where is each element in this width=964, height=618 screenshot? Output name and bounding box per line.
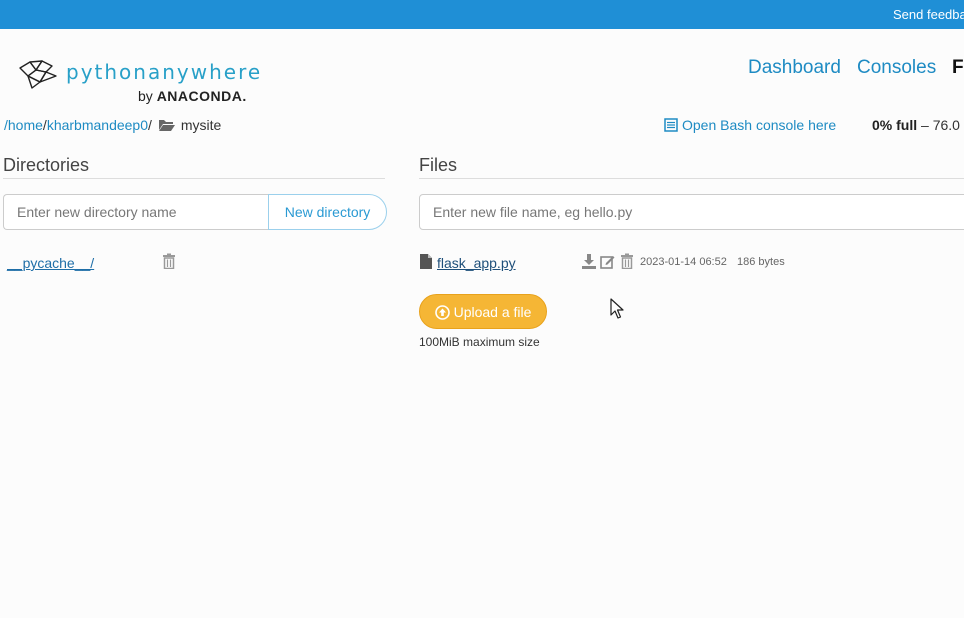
file-link[interactable]: flask_app.py: [437, 255, 516, 271]
breadcrumb: /home/kharbmandeep0/mysite: [4, 117, 221, 133]
folder-open-icon: [158, 120, 175, 131]
files-title: Files: [419, 155, 458, 175]
open-bash-console-label: Open Bash console here: [682, 117, 837, 133]
delete-directory-trash-icon[interactable]: [162, 253, 176, 269]
file-icon: [420, 254, 432, 269]
directories-title: Directories: [3, 155, 90, 175]
breadcrumb-user[interactable]: kharbmandeep0: [47, 117, 148, 133]
new-directory-input[interactable]: [3, 194, 269, 230]
directory-link[interactable]: __pycache__/: [7, 255, 94, 271]
nav-dashboard[interactable]: Dashboard: [748, 57, 841, 79]
delete-file-trash-icon[interactable]: [620, 253, 634, 269]
files-divider: [419, 178, 964, 179]
file-size: 186 bytes: [737, 256, 785, 268]
console-icon: [664, 118, 678, 132]
upload-file-button[interactable]: Upload a file: [419, 294, 547, 329]
breadcrumb-separator: /: [148, 117, 152, 133]
pythonanywhere-logo[interactable]: pythonanywhere by ANACONDA.: [16, 56, 266, 106]
top-bar: Send feedba: [0, 0, 964, 29]
upload-circle-icon: [434, 304, 450, 320]
logo-by-text: by: [138, 88, 153, 104]
edit-icon[interactable]: [600, 254, 615, 269]
nav-files[interactable]: F: [952, 57, 964, 79]
breadcrumb-current: mysite: [180, 117, 222, 133]
file-modified-date: 2023-01-14 06:52: [640, 256, 727, 268]
download-icon[interactable]: [582, 254, 596, 269]
quota-percent: 0% full: [872, 117, 918, 133]
new-file-input[interactable]: [419, 194, 964, 230]
quota-detail: – 76.0: [917, 117, 960, 133]
upload-size-note: 100MiB maximum size: [419, 335, 540, 349]
mouse-cursor-icon: [610, 298, 624, 319]
directories-divider: [3, 178, 385, 179]
python-snake-logo-icon: [19, 60, 57, 89]
send-feedback-link[interactable]: Send feedba: [893, 7, 964, 22]
nav-consoles[interactable]: Consoles: [857, 57, 936, 79]
open-bash-console-link[interactable]: Open Bash console here: [664, 117, 836, 133]
upload-file-label: Upload a file: [453, 303, 532, 320]
logo-byline: by ANACONDA.: [138, 88, 247, 104]
disk-quota: 0% full – 76.0: [872, 117, 960, 133]
breadcrumb-home[interactable]: /home: [4, 117, 43, 133]
new-directory-button[interactable]: New directory: [268, 194, 387, 230]
logo-wordmark: pythonanywhere: [66, 60, 263, 84]
logo-company: ANACONDA.: [156, 88, 247, 104]
